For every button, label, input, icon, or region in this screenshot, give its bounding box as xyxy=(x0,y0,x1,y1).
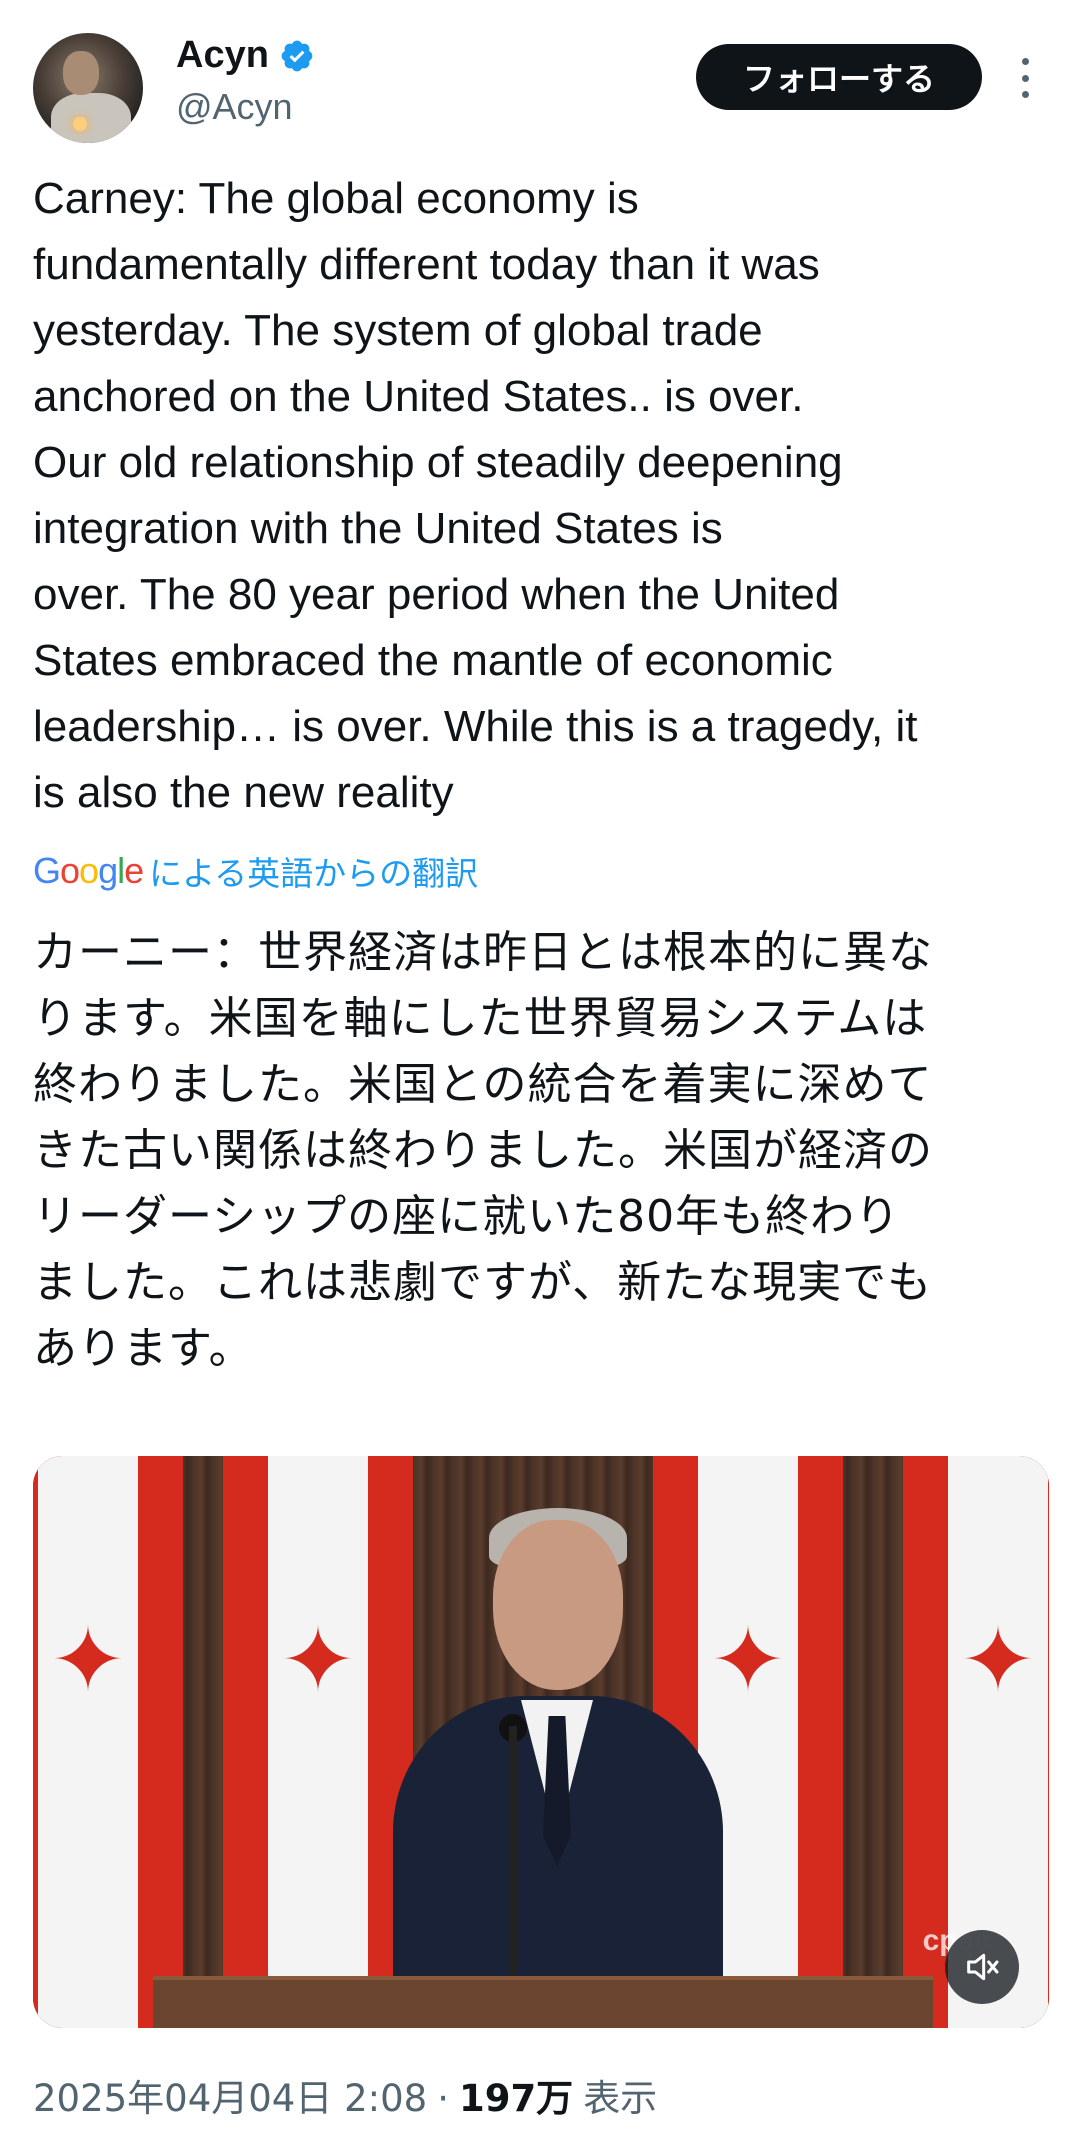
avatar[interactable] xyxy=(33,33,143,143)
author-handle[interactable]: @Acyn xyxy=(176,86,293,128)
timestamp[interactable]: 2025年04月04日 2:08 xyxy=(33,2068,427,2122)
microphone-stand xyxy=(509,1726,517,1986)
podium xyxy=(153,1976,933,2028)
translation-label[interactable]: による英語からの翻訳 xyxy=(149,847,478,895)
tweet-header: Acyn @Acyn フォローする xyxy=(0,0,1080,160)
author-name-row[interactable]: Acyn xyxy=(176,34,315,77)
tweet-text: Carney: The global economy is fundamenta… xyxy=(33,174,918,817)
speaker-muted-icon[interactable] xyxy=(945,1930,1019,2004)
translation-attribution[interactable]: Google による英語からの翻訳 xyxy=(33,846,478,896)
tweet-meta: 2025年04月04日 2:08 · 197万 表示 xyxy=(33,2068,657,2122)
more-options-icon[interactable] xyxy=(1010,54,1040,102)
meta-separator: · xyxy=(437,2077,449,2120)
author-display-name[interactable]: Acyn xyxy=(176,34,269,77)
verified-badge-icon xyxy=(281,40,313,71)
flag-image: ✦ xyxy=(33,1456,183,2028)
flag-image: ✦ xyxy=(223,1456,413,2028)
follow-button[interactable]: フォローする xyxy=(696,44,982,110)
google-logo: Google xyxy=(33,850,144,891)
video-player[interactable]: ✦ ✦ ✦ ✦ cpac xyxy=(33,1456,1049,2028)
view-label: 表示 xyxy=(583,2077,658,2120)
view-count: 197万 xyxy=(458,2077,574,2120)
speaker-figure xyxy=(393,1486,723,2028)
translated-text: カーニー：世界経済は昨日とは根本的に異な ります。米国を軸にした世界貿易システム… xyxy=(33,927,933,1374)
